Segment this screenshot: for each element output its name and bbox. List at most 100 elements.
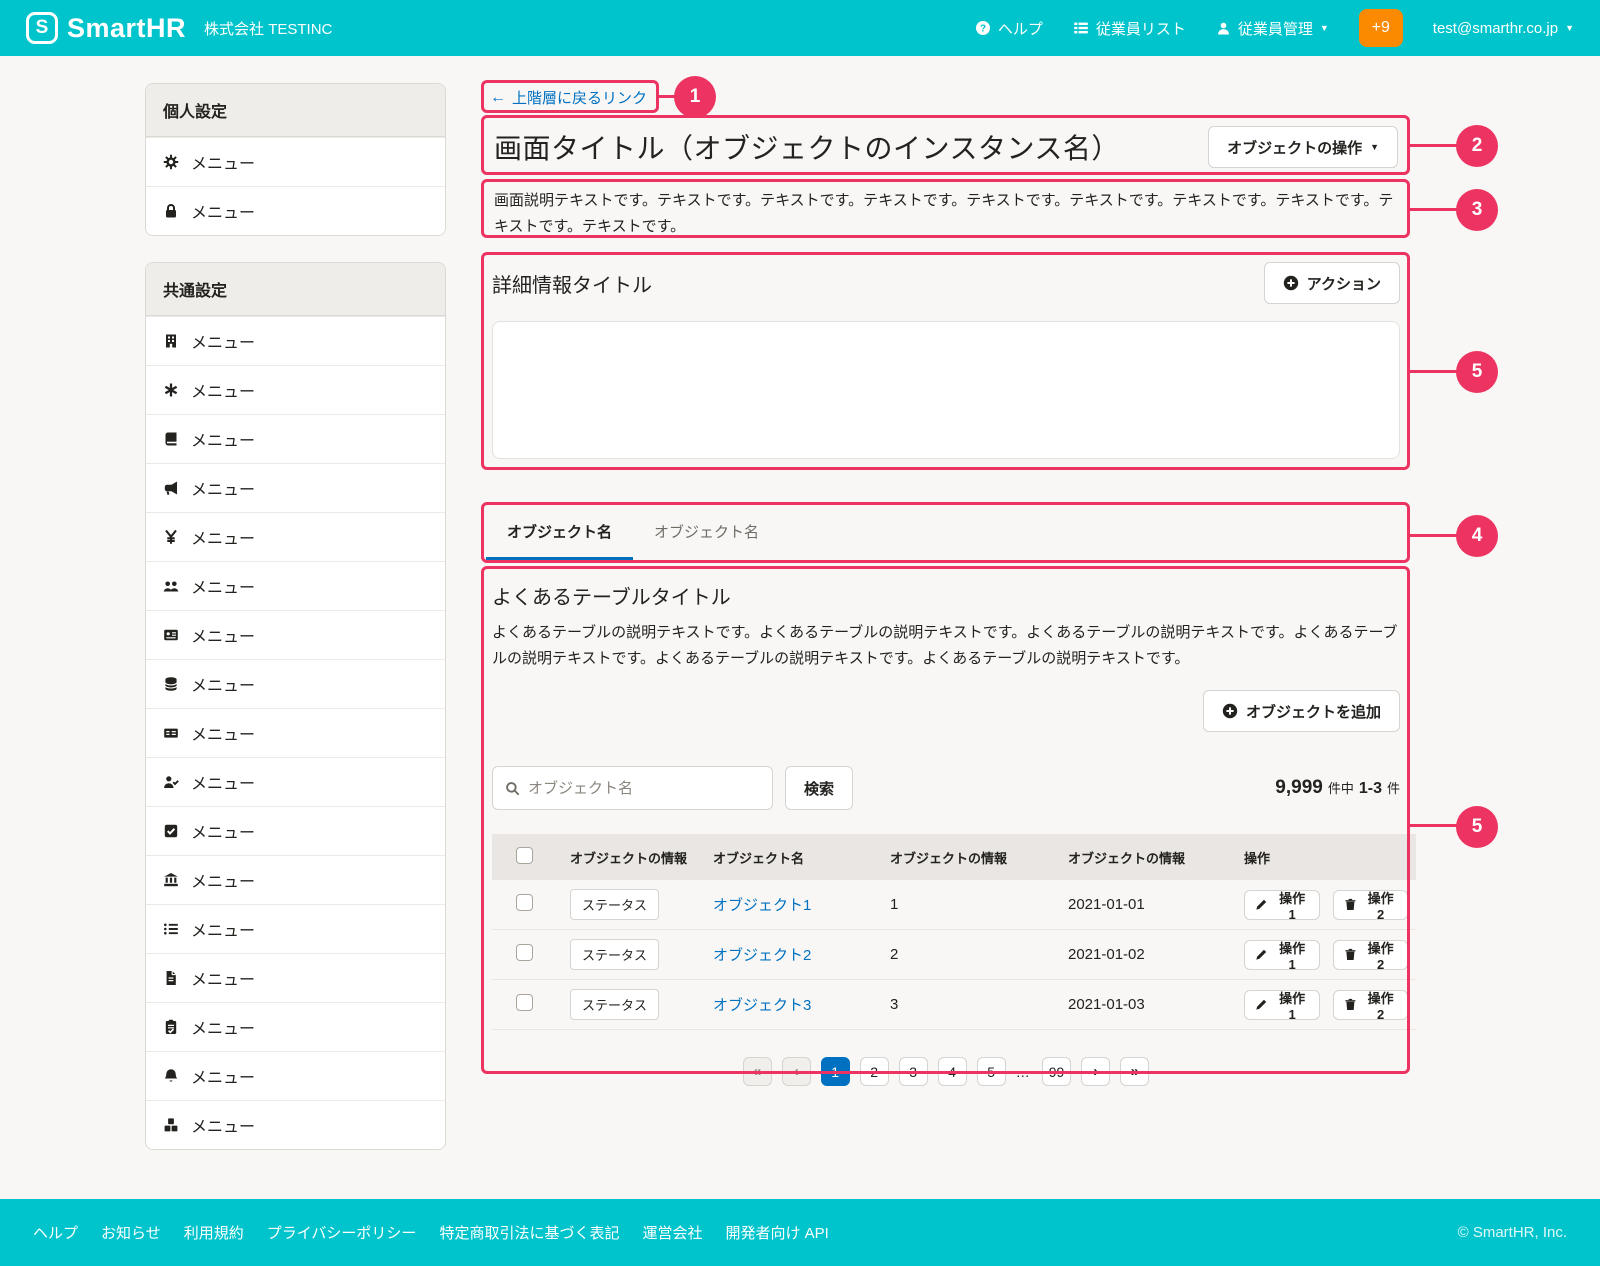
object-link[interactable]: オブジェクト2 [713,947,811,964]
sidebar-item-label: メニュー [191,966,255,990]
smarthr-logo-icon: S [26,12,58,44]
smarthr-logo[interactable]: S SmartHR [26,12,186,44]
pagination-page-button[interactable]: 2 [860,1057,889,1086]
row-delete-button[interactable]: 操作2 [1333,940,1409,970]
sidebar-section-1: 共通設定メニューメニューメニューメニューメニューメニューメニューメニューメニュー… [145,262,446,1150]
sidebar-item[interactable]: メニュー [146,904,445,953]
row-edit-button[interactable]: 操作1 [1244,890,1320,920]
sidebar-item-label: メニュー [191,427,255,451]
result-total: 9,999 [1275,777,1323,799]
annotation-circle-2: 2 [1456,125,1498,167]
help-nav-item[interactable]: ? ヘルプ [975,18,1043,39]
detail-section: 詳細情報タイトル アクション [484,255,1408,471]
footer-link[interactable]: プライバシーポリシー [267,1222,417,1243]
help-label: ヘルプ [998,18,1043,39]
row-name-cell: オブジェクト3 [705,980,882,1030]
money-check-icon [163,725,179,741]
sidebar-item-label: メニュー [191,574,255,598]
sidebar-item[interactable]: メニュー [146,137,445,186]
pagination-page-button[interactable]: 1 [821,1057,850,1086]
sidebar-item[interactable]: メニュー [146,316,445,365]
row-info-cell: 1 [882,880,1060,930]
sidebar-item[interactable]: メニュー [146,855,445,904]
check-square-icon [163,823,179,839]
lock-icon [163,203,179,219]
back-link-row: ← 上階層に戻るリンク [484,83,1408,112]
sidebar-item[interactable]: メニュー [146,1100,445,1149]
table-section: よくあるテーブルタイトル よくあるテーブルの説明テキストです。よくあるテーブルの… [484,569,1408,1075]
sidebar-item[interactable]: メニュー [146,463,445,512]
employee-mgmt-label: 従業員管理 [1238,18,1313,39]
tab-object-2[interactable]: オブジェクト名 [633,505,780,561]
account-dropdown[interactable]: test@smarthr.co.jp ▼ [1433,20,1574,37]
sidebar-item[interactable]: メニュー [146,708,445,757]
row-checkbox[interactable] [516,944,533,961]
row-name-cell: オブジェクト2 [705,930,882,980]
app-header: S SmartHR 株式会社 TESTINC ? ヘルプ 従業員リスト 従業員管… [0,0,1600,56]
row-actions-cell: 操作1 操作2 [1236,980,1416,1030]
row-edit-label: 操作1 [1276,938,1309,972]
select-all-checkbox[interactable] [516,847,533,864]
row-actions: 操作1 操作2 [1244,890,1408,920]
result-count: 9,999 件中 1-3 件 [1275,777,1400,799]
pagination-first-button[interactable]: « [743,1057,772,1086]
row-status-cell: ステータス [562,980,705,1030]
sidebar-item[interactable]: メニュー [146,953,445,1002]
row-delete-button[interactable]: 操作2 [1333,990,1409,1020]
row-delete-button[interactable]: 操作2 [1333,890,1409,920]
row-actions: 操作1 操作2 [1244,990,1408,1020]
footer-link[interactable]: 利用規約 [184,1222,244,1243]
back-to-parent-link[interactable]: ← 上階層に戻るリンク [484,83,657,112]
chevron-down-icon: ▼ [1320,24,1329,33]
company-name: 株式会社 TESTINC [204,18,332,39]
detail-empty-panel [492,321,1400,459]
sidebar-item[interactable]: メニュー [146,1002,445,1051]
sidebar-item[interactable]: メニュー [146,757,445,806]
pagination-last-button[interactable]: » [1120,1057,1149,1086]
sidebar-item[interactable]: メニュー [146,610,445,659]
footer-link[interactable]: 特定商取引法に基づく表記 [439,1222,619,1243]
employee-list-nav-item[interactable]: 従業員リスト [1073,18,1186,39]
add-object-button[interactable]: オブジェクトを追加 [1203,690,1400,732]
sidebar-item[interactable]: メニュー [146,512,445,561]
sidebar-item[interactable]: メニュー [146,1051,445,1100]
row-checkbox[interactable] [516,994,533,1011]
sidebar-item[interactable]: メニュー [146,561,445,610]
footer-link[interactable]: 運営会社 [642,1222,702,1243]
row-edit-button[interactable]: 操作1 [1244,990,1320,1020]
row-delete-label: 操作2 [1364,988,1397,1022]
pagination-prev-button[interactable]: ‹ [782,1057,811,1086]
action-button[interactable]: アクション [1264,262,1400,304]
object-actions-dropdown-button[interactable]: オブジェクトの操作 ▼ [1208,126,1398,168]
row-checkbox[interactable] [516,894,533,911]
cubes-icon [163,1117,179,1133]
object-actions-label: オブジェクトの操作 [1227,137,1362,158]
sidebar-item[interactable]: メニュー [146,186,445,235]
employee-mgmt-dropdown[interactable]: 従業員管理 ▼ [1216,18,1329,39]
footer-link[interactable]: 開発者向け API [725,1222,828,1243]
pagination-page-button[interactable]: 3 [899,1057,928,1086]
object-link[interactable]: オブジェクト3 [713,997,811,1014]
row-edit-button[interactable]: 操作1 [1244,940,1320,970]
pagination-next-button[interactable]: › [1081,1057,1110,1086]
sidebar-item[interactable]: メニュー [146,806,445,855]
sidebar-item[interactable]: メニュー [146,414,445,463]
pencil-icon [1255,898,1268,911]
sidebar-item[interactable]: メニュー [146,659,445,708]
pagination-page-button[interactable]: 99 [1042,1057,1072,1086]
tab-object-1[interactable]: オブジェクト名 [486,505,633,561]
pagination-page-button[interactable]: 5 [977,1057,1006,1086]
footer-link[interactable]: お知らせ [101,1222,161,1243]
sidebar-item[interactable]: メニュー [146,365,445,414]
crew-count-badge[interactable]: +9 [1359,9,1403,47]
page-description: 画面説明テキストです。テキストです。テキストです。テキストです。テキストです。テ… [484,182,1408,240]
table-column-header: オブジェクトの情報 [1060,834,1236,880]
search-input[interactable] [528,780,760,797]
sidebar-item-label: メニュー [191,868,255,892]
footer-link[interactable]: ヘルプ [33,1222,78,1243]
annotation-circle-5a: 5 [1456,351,1498,393]
pagination-page-button[interactable]: 4 [938,1057,967,1086]
search-button[interactable]: 検索 [785,766,853,810]
sidebar-item-label: メニュー [191,150,255,174]
object-link[interactable]: オブジェクト1 [713,897,811,914]
